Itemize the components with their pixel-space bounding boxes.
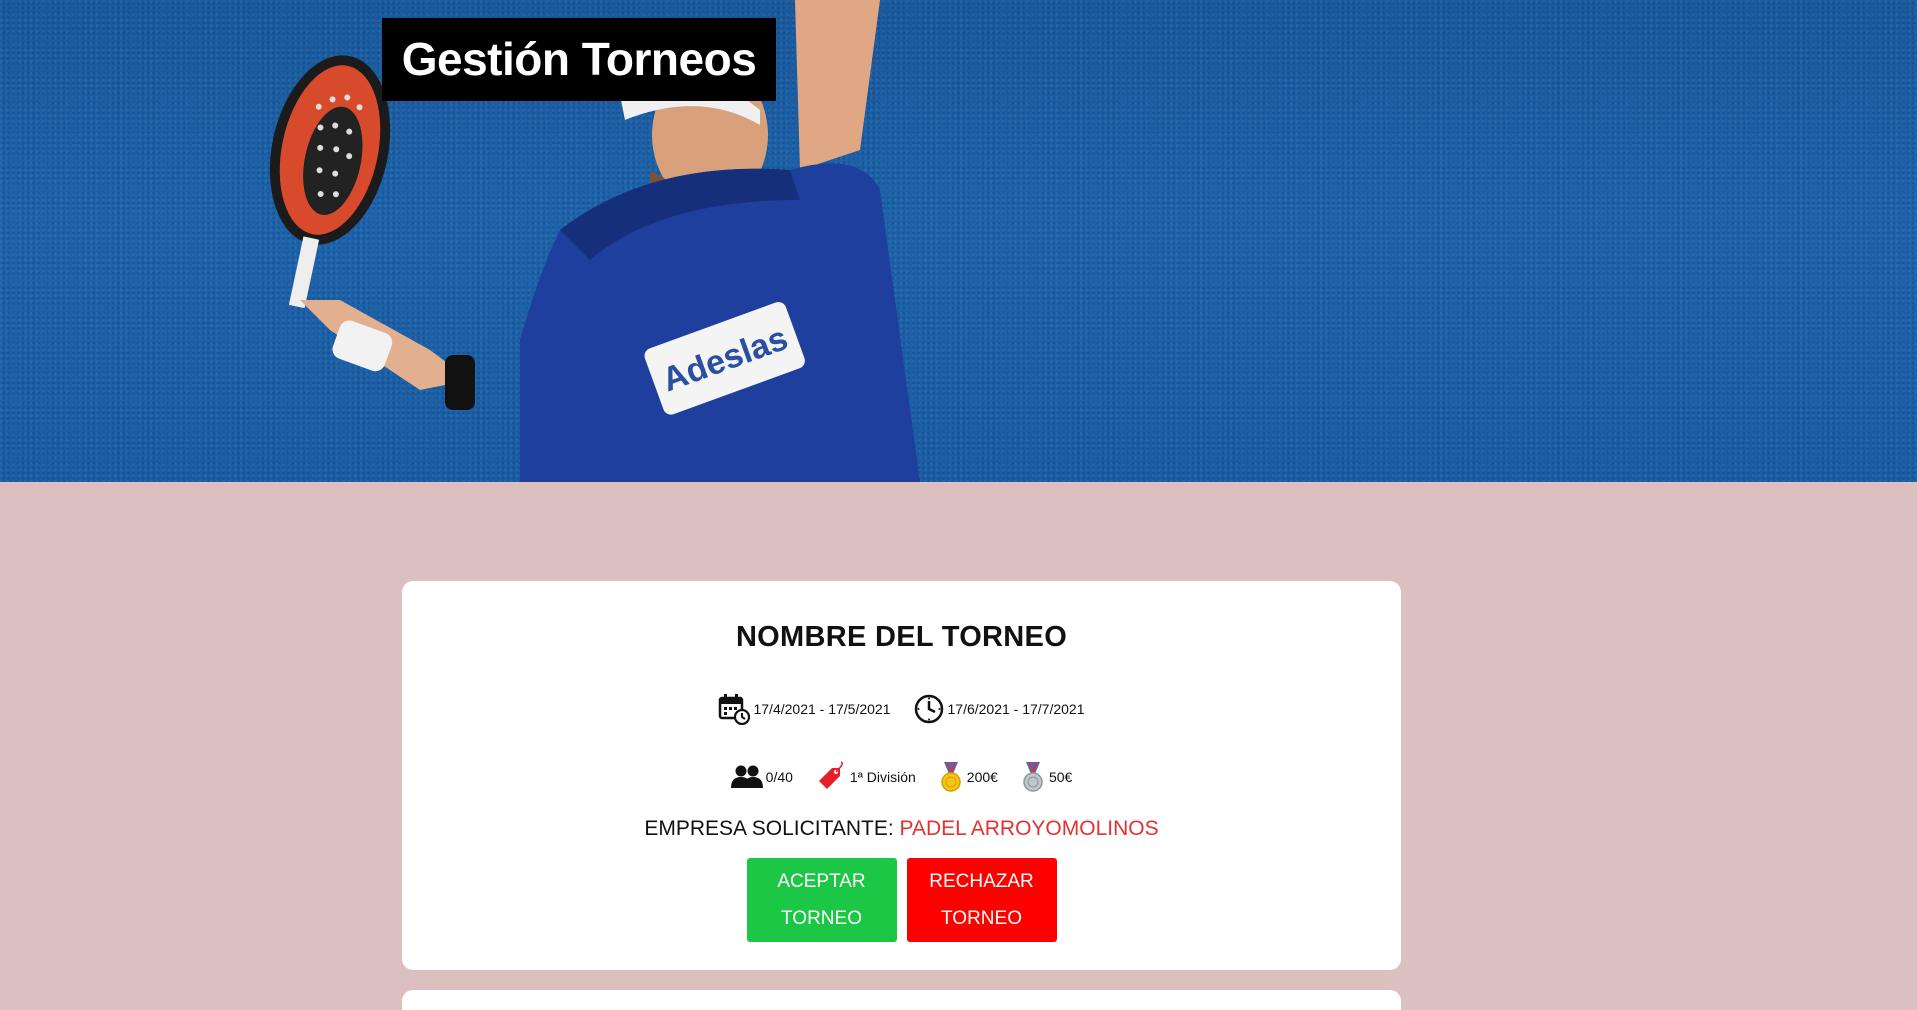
first-prize-text: 200€ [966, 769, 998, 785]
first-prize: 200€ [938, 762, 998, 792]
dates-row: 17/4/2021 - 17/5/2021 17/6/2021 - 17/7/2… [402, 693, 1401, 725]
second-prize-text: 50€ [1048, 769, 1073, 785]
users-icon [730, 765, 763, 788]
play-dates: 17/6/2021 - 17/7/2021 [913, 693, 1085, 725]
gold-medal-icon [941, 762, 961, 792]
reject-label-line2: TORNEO [941, 908, 1022, 929]
tournament-card: NOMBRE DEL TORNEO 17/4/2021 - 17/5/2021 … [402, 581, 1401, 970]
silver-medal-icon [1023, 762, 1043, 792]
division-text: 1ª División [849, 769, 916, 785]
registration-dates-text: 17/4/2021 - 17/5/2021 [753, 701, 891, 717]
clock-icon [914, 694, 943, 724]
requesting-company: EMPRESA SOLICITANTE: PADEL ARROYOMOLINOS [402, 817, 1401, 841]
players-count-text: 0/40 [765, 769, 793, 785]
hero-banner: Adeslas Gestión Torneos [0, 0, 1917, 482]
next-tournament-card [402, 990, 1401, 1010]
tag-icon [818, 761, 843, 789]
accept-label-line2: TORNEO [781, 908, 862, 929]
details-row: 0/40 1ª División 200€ 50€ [402, 761, 1401, 793]
accept-tournament-button[interactable]: ACEPTAR TORNEO [746, 858, 897, 942]
division: 1ª División [815, 761, 916, 793]
second-prize: 50€ [1020, 762, 1072, 792]
company-label: EMPRESA SOLICITANTE: [644, 817, 894, 840]
reject-tournament-button[interactable]: RECHAZAR TORNEO [906, 858, 1057, 942]
players-count: 0/40 [730, 764, 793, 790]
padel-player-image: Adeslas [269, 0, 920, 482]
reject-label-line1: RECHAZAR [929, 871, 1034, 892]
calendar-clock-icon [719, 694, 751, 725]
company-name: PADEL ARROYOMOLINOS [899, 817, 1159, 840]
action-buttons: ACEPTAR TORNEO RECHAZAR TORNEO [402, 858, 1401, 942]
accept-label-line1: ACEPTAR [777, 871, 866, 892]
page-title: Gestión Torneos [382, 18, 776, 101]
tournament-name: NOMBRE DEL TORNEO [735, 621, 1068, 653]
registration-dates: 17/4/2021 - 17/5/2021 [718, 693, 891, 725]
play-dates-text: 17/6/2021 - 17/7/2021 [947, 701, 1085, 717]
